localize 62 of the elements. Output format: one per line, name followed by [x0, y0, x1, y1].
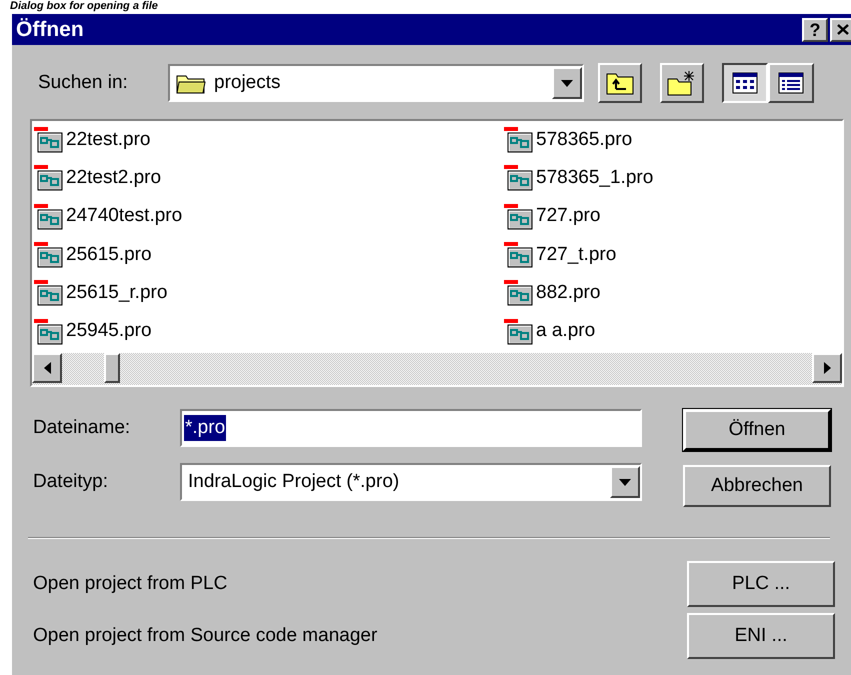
filename-field[interactable]: *.pro [180, 409, 642, 447]
option-label: Open project from Source code manager [33, 624, 378, 648]
project-file-icon [504, 204, 534, 230]
eni-button[interactable]: ENI ... [687, 613, 835, 659]
project-file-icon [504, 165, 534, 192]
look-in-label: Suchen in: [38, 70, 129, 95]
filetype-dropdown[interactable]: IndraLogic Project (*.pro) [180, 463, 642, 501]
dropdown-button[interactable] [552, 67, 582, 99]
dropdown-arrow-icon [619, 478, 631, 486]
file-item[interactable]: 25945.pro [34, 314, 504, 349]
file-item[interactable]: 25615.pro [34, 238, 504, 272]
file-item[interactable]: 882.pro [504, 276, 842, 310]
file-item[interactable]: 22test2.pro [34, 161, 504, 196]
file-item[interactable]: 25615_r.pro [34, 276, 504, 310]
project-file-icon [34, 318, 64, 345]
project-file-icon [504, 127, 534, 153]
look-in-dropdown[interactable]: projects [168, 64, 584, 102]
project-file-icon [504, 242, 534, 268]
file-item[interactable]: 727_t.pro [504, 238, 842, 272]
new-folder-button[interactable] [660, 63, 704, 103]
project-file-icon [34, 165, 64, 192]
details-view-button[interactable] [768, 63, 814, 103]
up-folder-button[interactable] [598, 63, 642, 103]
plc-button[interactable]: PLC ... [687, 561, 835, 607]
close-icon [837, 24, 849, 35]
file-item[interactable]: 578365.pro [504, 123, 842, 157]
project-file-icon [504, 318, 534, 345]
dropdown-button[interactable] [610, 466, 640, 498]
right-arrow-icon [824, 362, 830, 374]
left-arrow-icon [44, 362, 50, 374]
project-file-icon [504, 280, 534, 306]
cancel-button[interactable]: Abbrechen [683, 465, 831, 507]
file-item[interactable]: 24740test.pro [34, 200, 504, 234]
look-in-value: projects [214, 70, 282, 95]
list-view-icon [732, 72, 758, 94]
file-item[interactable]: 578365_1.pro [504, 161, 842, 196]
file-item[interactable]: 22test.pro [34, 123, 504, 157]
help-button[interactable]: ? [802, 18, 828, 42]
scroll-thumb[interactable] [104, 353, 120, 383]
scroll-right-button[interactable] [812, 353, 842, 383]
project-file-icon [34, 242, 64, 268]
filename-label: Dateiname: [33, 416, 132, 440]
window-title: Öffnen [16, 16, 84, 43]
open-button[interactable]: Öffnen [683, 409, 831, 451]
list-view-button[interactable] [722, 63, 768, 103]
close-button[interactable] [830, 18, 851, 42]
horizontal-scrollbar[interactable] [32, 353, 842, 385]
file-item[interactable]: 727.pro [504, 200, 842, 234]
project-file-icon [34, 204, 64, 230]
project-file-icon [34, 280, 64, 306]
project-file-icon [34, 127, 64, 153]
new-folder-icon [667, 70, 697, 96]
folder-up-icon [606, 71, 634, 95]
details-view-icon [778, 72, 804, 94]
dropdown-arrow-icon [561, 80, 573, 86]
option-label: Open project from PLC [33, 572, 228, 596]
filetype-value: IndraLogic Project (*.pro) [188, 470, 400, 494]
scroll-left-button[interactable] [32, 353, 62, 383]
file-item[interactable]: a a.pro [504, 314, 842, 349]
page-caption: Dialog box for opening a file [10, 0, 158, 12]
filename-value: *.pro [184, 415, 226, 441]
filetype-label: Dateityp: [33, 470, 109, 494]
